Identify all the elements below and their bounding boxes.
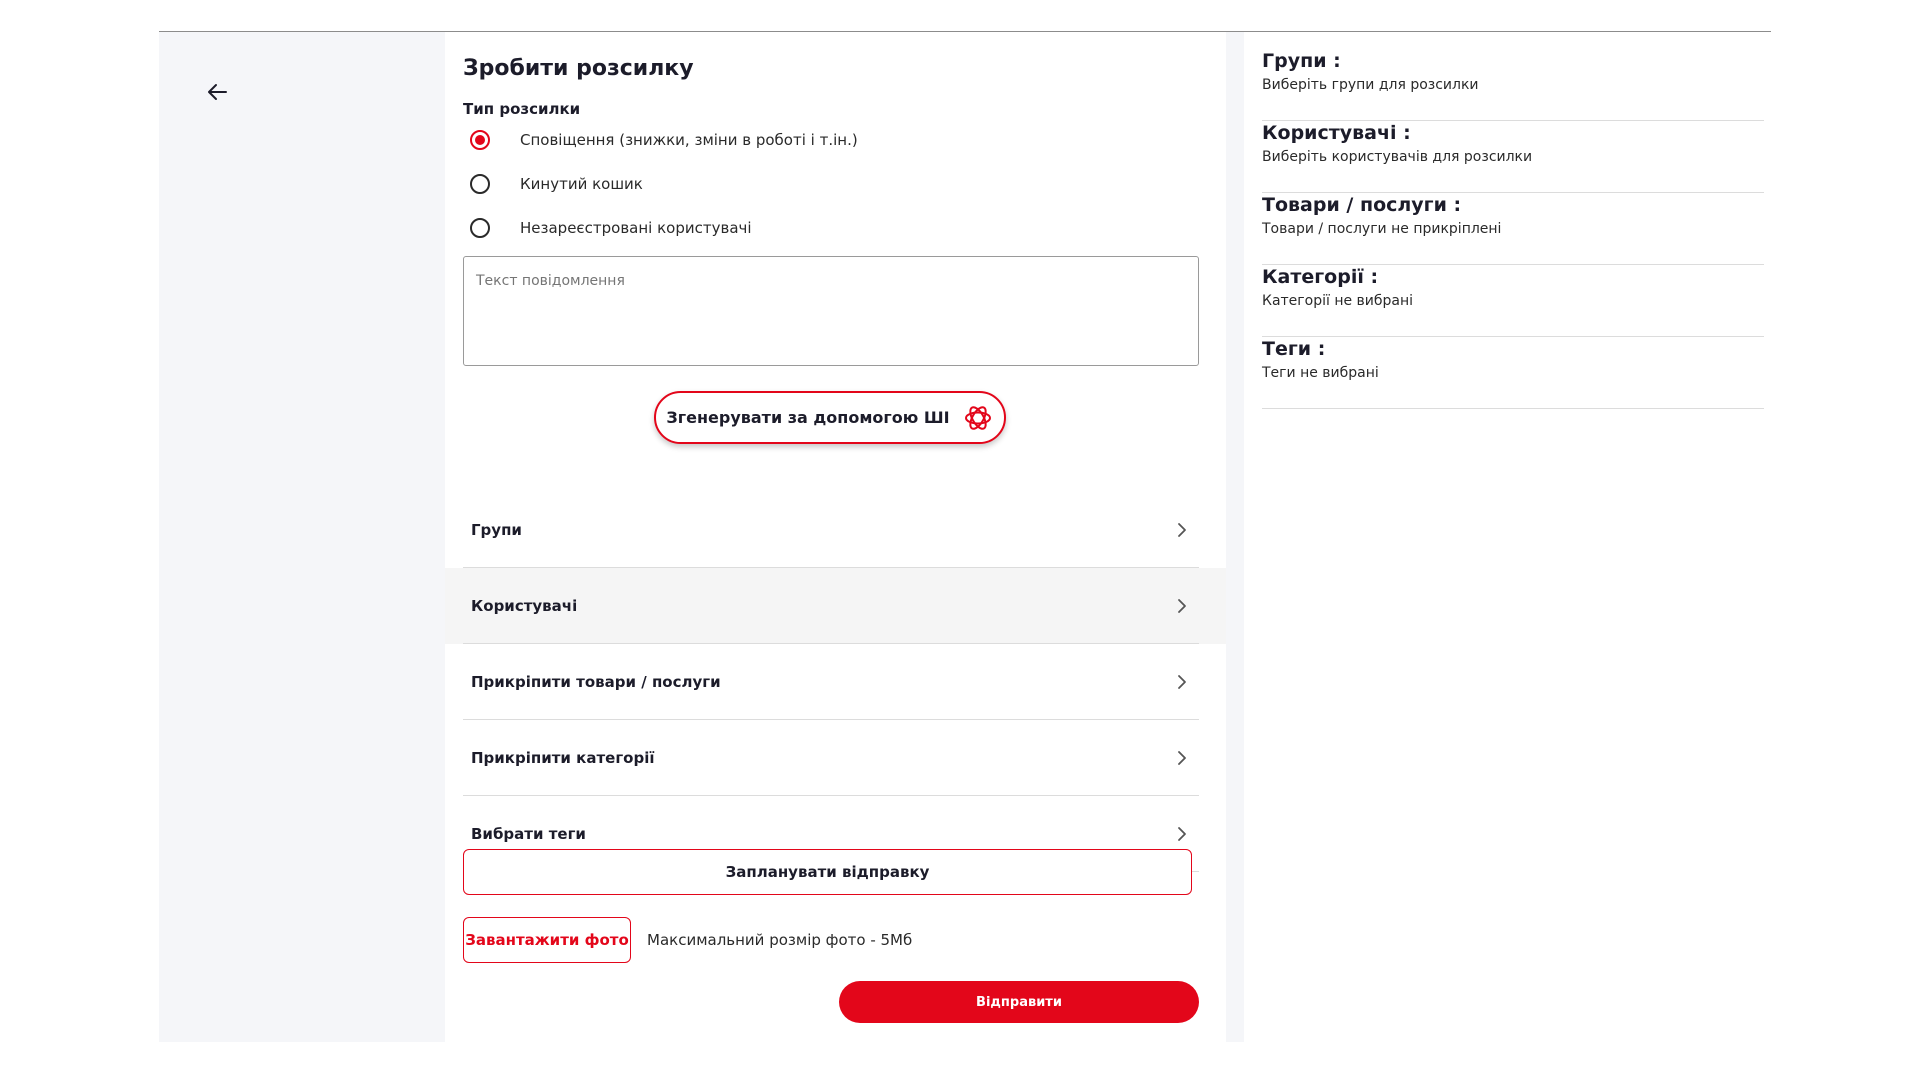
chevron-right-icon bbox=[1178, 827, 1186, 841]
arrow-left-icon bbox=[208, 84, 227, 100]
page-title: Зробити розсилку bbox=[463, 56, 694, 81]
summary-divider bbox=[1262, 408, 1764, 409]
summary-value: Товари / послуги не прикріплені bbox=[1262, 221, 1502, 237]
upload-size-note: Максимальний розмір фото - 5Мб bbox=[647, 931, 913, 949]
summary-categories: Категорії : Категорії не вибрані bbox=[1262, 266, 1764, 338]
chevron-right-icon bbox=[1178, 599, 1186, 613]
radio-button[interactable] bbox=[470, 174, 490, 194]
summary-title: Товари / послуги : bbox=[1262, 194, 1462, 216]
summary-title: Теги : bbox=[1262, 338, 1326, 360]
radio-notifications[interactable]: Сповіщення (знижки, зміни в роботі і т.і… bbox=[463, 130, 858, 150]
radio-label: Сповіщення (знижки, зміни в роботі і т.і… bbox=[520, 131, 858, 149]
ai-spiral-icon bbox=[964, 405, 991, 430]
message-textarea[interactable] bbox=[463, 256, 1199, 366]
row-label: Прикріпити категорії bbox=[471, 749, 655, 767]
app-frame: Зробити розсилку Тип розсилки Сповіщення… bbox=[159, 32, 1771, 1042]
row-label: Вибрати теги bbox=[471, 825, 586, 843]
chevron-right-icon bbox=[1178, 523, 1186, 537]
summary-value: Теги не вибрані bbox=[1262, 365, 1379, 381]
panel-divider bbox=[1226, 32, 1244, 1042]
mailing-type-label: Тип розсилки bbox=[463, 100, 581, 118]
radio-unregistered-users[interactable]: Незареєстровані користувачі bbox=[463, 218, 752, 238]
row-label: Користувачі bbox=[471, 597, 578, 615]
summary-products: Товари / послуги : Товари / послуги не п… bbox=[1262, 194, 1764, 266]
chevron-right-icon bbox=[1178, 675, 1186, 689]
chevron-right-icon bbox=[1178, 751, 1186, 765]
radio-abandoned-cart[interactable]: Кинутий кошик bbox=[463, 174, 643, 194]
radio-button[interactable] bbox=[470, 218, 490, 238]
summary-divider bbox=[1262, 264, 1764, 265]
summary-title: Групи : bbox=[1262, 50, 1341, 72]
mailing-form: Зробити розсилку Тип розсилки Сповіщення… bbox=[445, 32, 1226, 1042]
radio-button-checked[interactable] bbox=[470, 130, 490, 150]
summary-groups: Групи : Виберіть групи для розсилки bbox=[1262, 50, 1764, 122]
summary-title: Категорії : bbox=[1262, 266, 1379, 288]
summary-divider bbox=[1262, 336, 1764, 337]
generate-ai-label: Згенерувати за допомогою ШІ bbox=[666, 408, 950, 427]
summary-divider bbox=[1262, 192, 1764, 193]
summary-value: Категорії не вибрані bbox=[1262, 293, 1414, 309]
row-label: Прикріпити товари / послуги bbox=[471, 673, 721, 691]
row-attach-products[interactable]: Прикріпити товари / послуги bbox=[445, 644, 1226, 720]
summary-value: Виберіть групи для розсилки bbox=[1262, 77, 1479, 93]
summary-tags: Теги : Теги не вибрані bbox=[1262, 338, 1764, 410]
summary-title: Користувачі : bbox=[1262, 122, 1411, 144]
schedule-send-button[interactable]: Запланувати відправку bbox=[463, 849, 1192, 895]
row-users[interactable]: Користувачі bbox=[445, 568, 1226, 644]
summary-users: Користувачі : Виберіть користувачів для … bbox=[1262, 122, 1764, 194]
summary-value: Виберіть користувачів для розсилки bbox=[1262, 149, 1533, 165]
generate-ai-button[interactable]: Згенерувати за допомогою ШІ bbox=[654, 391, 1006, 444]
row-groups[interactable]: Групи bbox=[445, 492, 1226, 568]
radio-label: Незареєстровані користувачі bbox=[520, 219, 752, 237]
radio-label: Кинутий кошик bbox=[520, 175, 643, 193]
upload-photo-button[interactable]: Завантажити фото bbox=[463, 917, 631, 963]
summary-divider bbox=[1262, 120, 1764, 121]
left-panel bbox=[159, 32, 445, 1042]
row-attach-categories[interactable]: Прикріпити категорії bbox=[445, 720, 1226, 796]
summary-panel: Групи : Виберіть групи для розсилки Кори… bbox=[1244, 32, 1771, 1042]
back-button[interactable] bbox=[199, 74, 235, 110]
row-label: Групи bbox=[471, 521, 522, 539]
send-button[interactable]: Відправити bbox=[839, 981, 1199, 1023]
